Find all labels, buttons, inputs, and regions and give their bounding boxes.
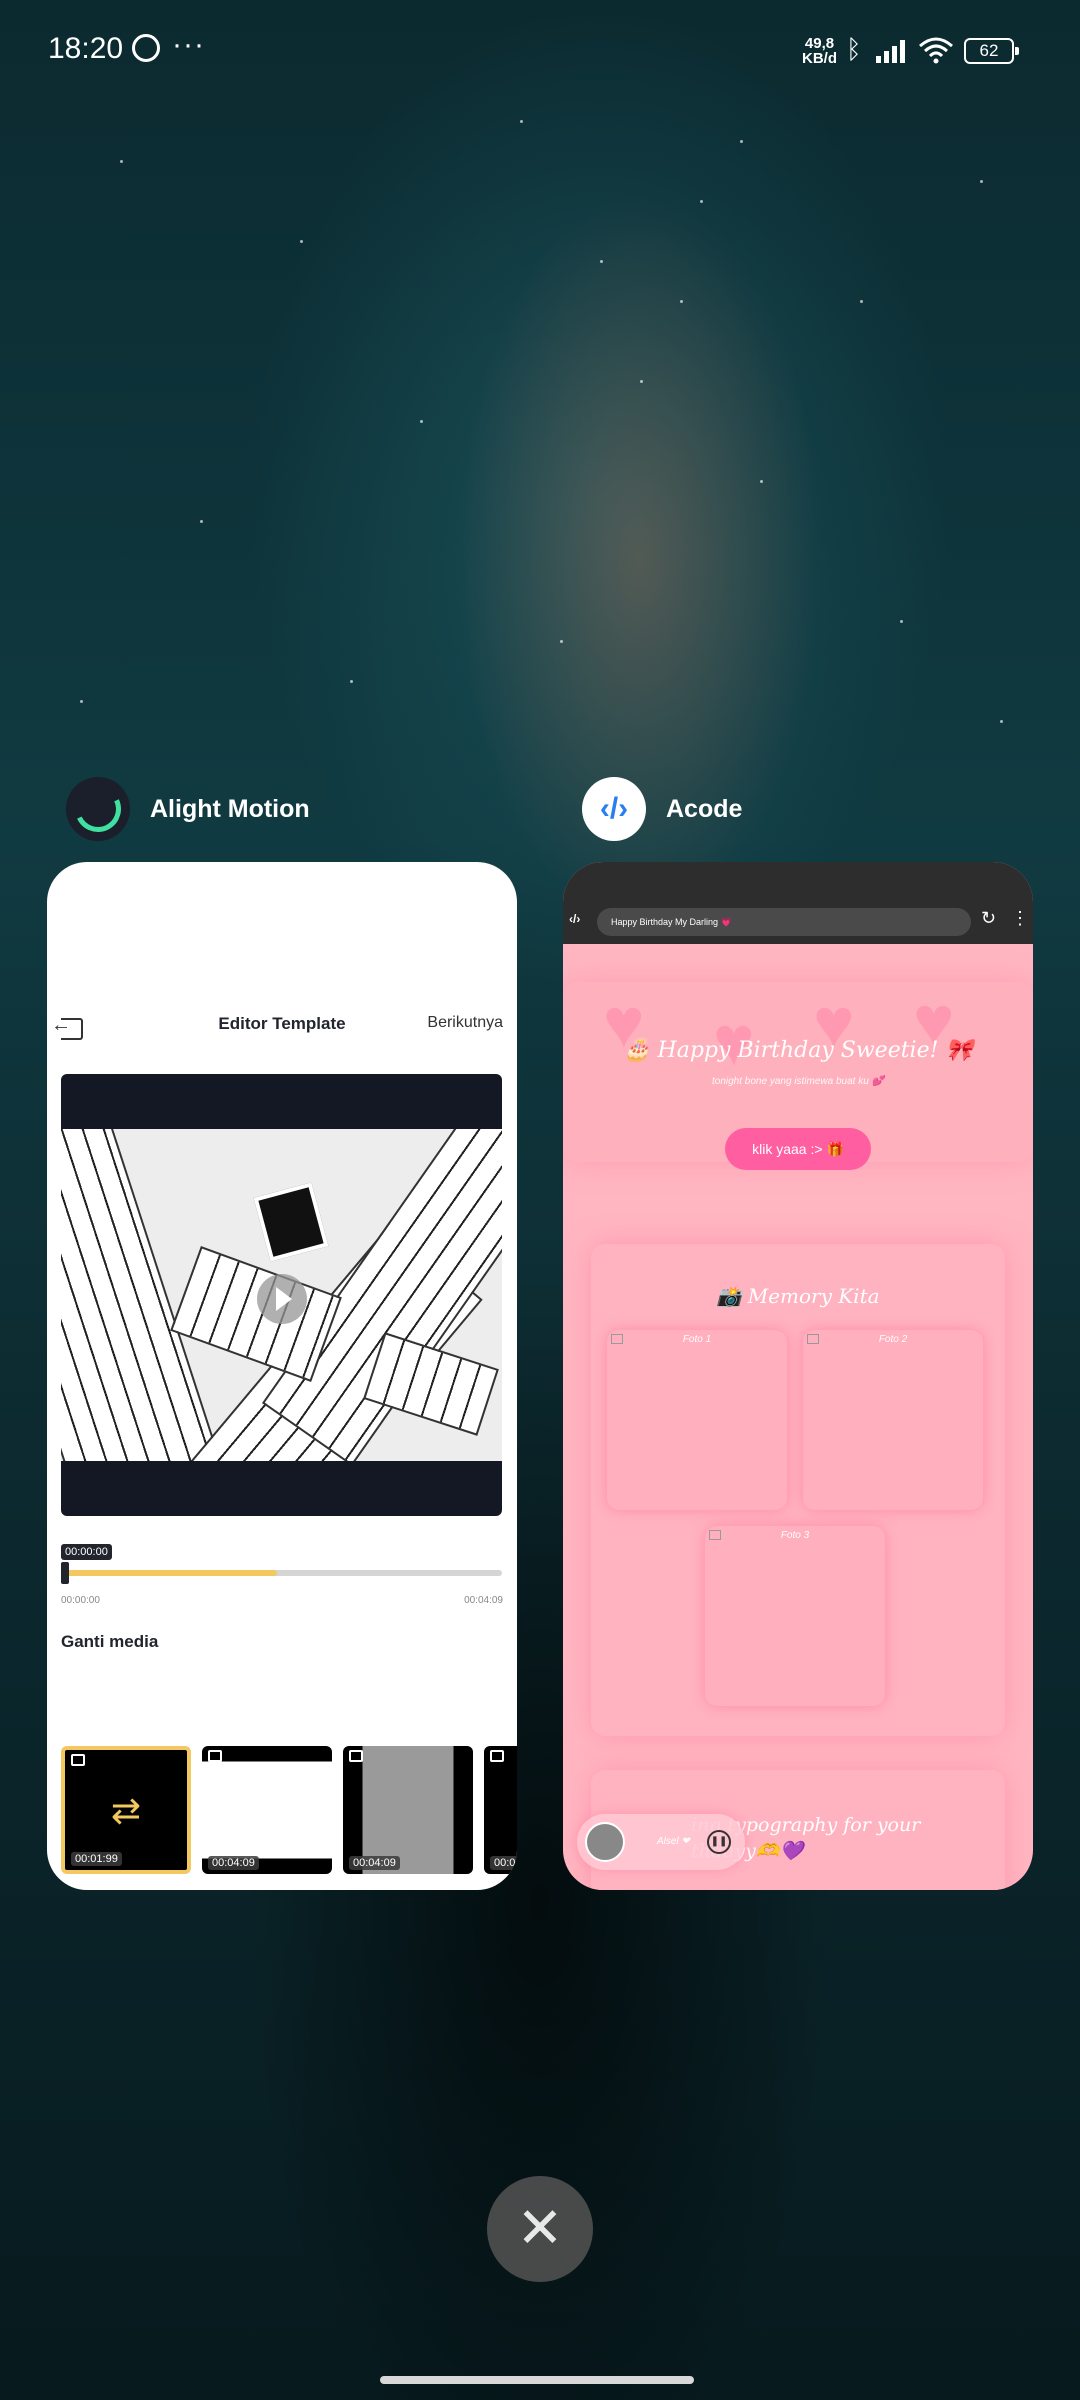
page-title-bar[interactable]: Happy Birthday My Darling 💗 [597,908,971,936]
photo-card[interactable]: Foto 3 [705,1526,885,1706]
photo-frame [253,1182,329,1262]
surprise-button[interactable]: klik yaaa :> 🎁 [725,1128,871,1170]
more-notifications-icon: ··· [172,28,205,61]
current-timecode: 00:00:00 [61,1544,112,1560]
app-header-alight-motion[interactable]: Alight Motion [66,776,310,842]
media-thumbnail[interactable]: 00:04:09 [202,1746,332,1874]
play-icon[interactable] [257,1274,307,1324]
hero-subtitle: tonight bone yang istimewa buat ku 💕 [712,1076,884,1087]
time-end: 00:04:09 [464,1595,503,1606]
hero-title: 🎂 Happy Birthday Sweetie! 🎀 [623,1038,973,1063]
video-preview[interactable] [61,1074,502,1516]
media-thumbnail[interactable]: 00:04:09 [343,1746,473,1874]
thumbnail-duration: 00:04:09 [208,1856,259,1870]
signal-icon [876,40,905,63]
reload-icon[interactable]: ↻ [981,908,996,929]
thumbnail-duration: 00:0 [490,1856,517,1870]
section-title: Ganti media [61,1632,159,1651]
network-speed: 49,8 KB/d [802,35,837,67]
image-badge-icon [349,1750,363,1762]
replace-icon: ⇄ [110,1790,142,1831]
memory-section: 📸 Memory Kita Foto 1 Foto 2 Foto 3 [591,1244,1005,1736]
app-header-acode[interactable]: ‹/› Acode [582,776,742,842]
bluetooth-icon: ᛒ [846,34,862,64]
status-time: 18:20 [48,32,124,65]
whatsapp-icon [132,34,160,62]
wifi-icon [919,37,953,64]
player-label: Alsel ❤ [657,1836,690,1847]
image-badge-icon [490,1750,504,1762]
thumbnail-duration: 00:04:09 [349,1856,400,1870]
acode-icon: ‹/› [582,777,646,841]
more-menu-icon[interactable]: ⋮ [1011,908,1029,929]
scrub-handle[interactable] [61,1562,69,1584]
next-button[interactable]: Berikutnya [427,1014,503,1032]
video-frame [61,1129,502,1461]
status-bar: 18:20 ··· 49,8 KB/d ᛒ 62 [0,0,1080,100]
photo-caption: Foto 2 [878,1334,908,1345]
home-indicator[interactable] [380,2376,694,2384]
image-badge-icon [71,1754,85,1766]
editor-topbar: Editor Template Berikutnya [47,1006,517,1066]
timeline-scrubber[interactable] [61,1562,502,1584]
media-thumbnail[interactable]: ⇄ 00:01:99 [61,1746,191,1874]
media-thumbnail[interactable]: 00:0 [484,1746,517,1874]
avatar [585,1822,625,1862]
photo-card[interactable]: Foto 2 [803,1330,983,1510]
recent-app-card-alight-motion[interactable]: Editor Template Berikutnya 00:00:00 00:0… [47,862,517,1890]
photo-caption: Foto 1 [682,1334,712,1345]
media-thumbnails: ⇄ 00:01:99 00:04:09 00:04:09 00:0 [61,1746,517,1874]
video-badge-icon [208,1750,222,1762]
music-player[interactable]: Alsel ❤ ❚❚ [577,1814,745,1870]
app-name: Alight Motion [150,794,310,823]
alight-motion-icon [66,777,130,841]
photo-card[interactable]: Foto 1 [607,1330,787,1510]
timeline-progress [61,1570,278,1576]
photo-caption: Foto 3 [780,1530,810,1541]
pause-icon[interactable]: ❚❚ [707,1830,731,1854]
memory-title: 📸 Memory Kita [716,1284,880,1308]
battery-icon: 62 [964,38,1019,64]
thumbnail-duration: 00:01:99 [71,1852,122,1866]
app-name: Acode [666,794,743,823]
close-all-button[interactable]: ✕ [487,2176,593,2282]
browser-toolbar: ‹/› Happy Birthday My Darling 💗 ↻ ⋮ [563,862,1033,944]
acode-logo-icon: ‹/› [569,912,581,926]
recent-app-card-acode[interactable]: ‹/› Happy Birthday My Darling 💗 ↻ ⋮ ♥ ♥ … [563,862,1033,1890]
time-start: 00:00:00 [61,1595,100,1606]
